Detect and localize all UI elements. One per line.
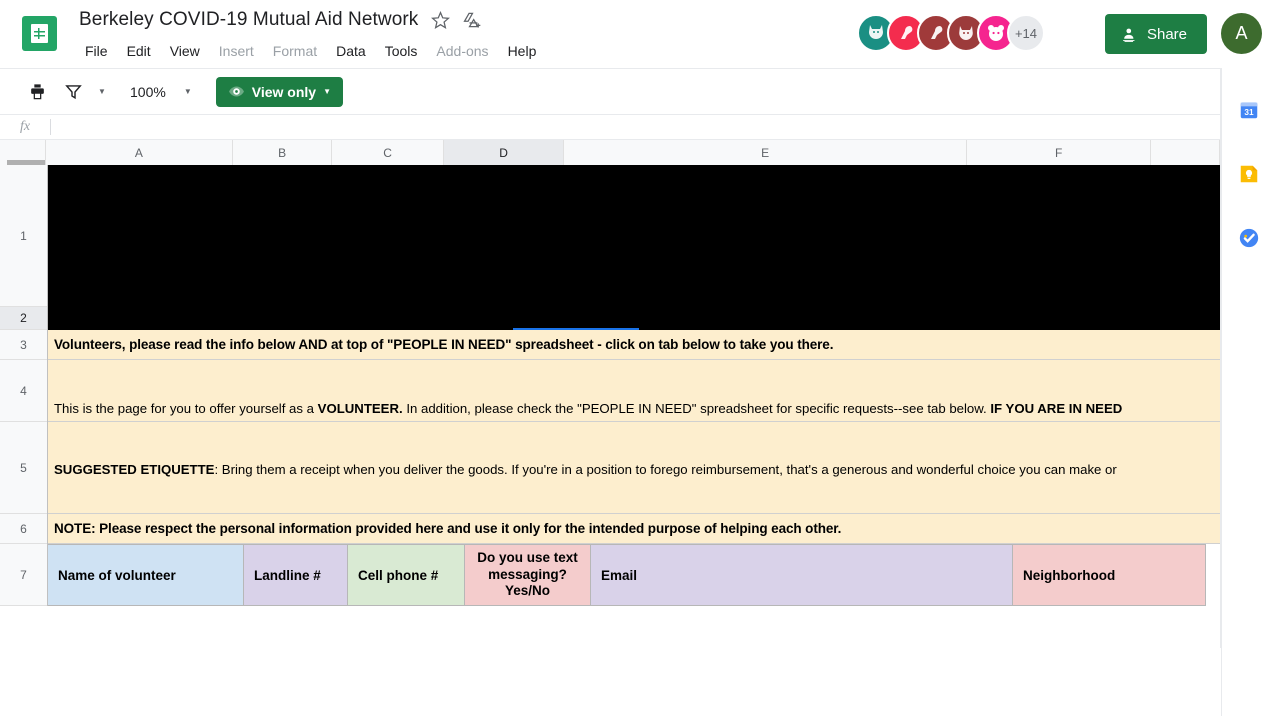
table-row: This is the page for you to offer yourse… xyxy=(48,360,1220,422)
filter-caret-down-icon[interactable]: ▼ xyxy=(94,78,110,106)
share-button-label: Share xyxy=(1147,26,1187,43)
column-header-b[interactable]: B xyxy=(233,140,332,165)
move-to-drive-icon[interactable] xyxy=(462,10,482,30)
sheets-icon[interactable] xyxy=(22,16,57,51)
a4-l1-part2: In addition, please check the "PEOPLE IN… xyxy=(403,401,991,416)
cell-a3[interactable]: Volunteers, please read the info below A… xyxy=(48,330,1220,360)
table-row: SUGGESTED ETIQUETTE: Bring them a receip… xyxy=(48,422,1220,514)
a5-l1: : Bring them a receipt when you deliver … xyxy=(214,462,1116,477)
spreadsheet-grid: A B C D E F 1 2 3 4 5 6 7 Volunteers, pl… xyxy=(0,140,1220,648)
table-header-row: Name of volunteer Landline # Cell phone … xyxy=(48,544,1220,606)
row-header-7[interactable]: 7 xyxy=(0,544,47,606)
a4-l1-bold2: IF YOU ARE IN NEED xyxy=(990,401,1122,416)
zoom-caret-down-icon: ▼ xyxy=(170,87,192,96)
column-header-f[interactable]: F xyxy=(967,140,1151,165)
title-row: Berkeley COVID-19 Mutual Aid Network xyxy=(79,9,482,31)
header-label: Email xyxy=(601,568,637,583)
google-keep-icon[interactable] xyxy=(1233,158,1265,190)
svg-text:31: 31 xyxy=(1244,108,1254,117)
formula-bar: fx xyxy=(0,114,1220,140)
collaborator-overflow-count[interactable]: +14 xyxy=(1007,14,1045,52)
row-header-5[interactable]: 5 xyxy=(0,422,47,514)
row-header-6[interactable]: 6 xyxy=(0,514,47,544)
column-header-email[interactable]: Email xyxy=(591,544,1013,606)
header-label: Neighborhood xyxy=(1023,568,1115,583)
a5-heading: SUGGESTED ETIQUETTE xyxy=(54,462,214,477)
view-only-label: View only xyxy=(252,84,316,100)
view-only-button[interactable]: View only ▼ xyxy=(216,77,343,107)
share-button[interactable]: Share xyxy=(1105,14,1207,54)
row-header-1[interactable]: 1 xyxy=(0,165,47,307)
person-add-icon xyxy=(1121,26,1138,43)
menu-item-format[interactable]: Format xyxy=(267,41,323,61)
toolbar: ▼ 100% ▼ View only ▼ xyxy=(0,68,1220,114)
header-label: Landline # xyxy=(254,568,321,583)
zoom-selector[interactable]: 100% ▼ xyxy=(122,81,196,103)
header-label: Name of volunteer xyxy=(58,568,176,583)
cell-a5-line1: SUGGESTED ETIQUETTE: Bring them a receip… xyxy=(54,461,1220,479)
column-header-e[interactable]: E xyxy=(564,140,967,165)
column-header-g[interactable] xyxy=(1151,140,1220,165)
column-header-neighborhood[interactable]: Neighborhood xyxy=(1013,544,1206,606)
collaborator-list: +14 xyxy=(857,14,1045,52)
column-header-c[interactable]: C xyxy=(332,140,444,165)
selected-cell-d2[interactable] xyxy=(513,165,639,330)
cell-a3-text: Volunteers, please read the info below A… xyxy=(48,330,1220,357)
row-header-2[interactable]: 2 xyxy=(0,307,47,330)
column-header-d[interactable]: D xyxy=(444,140,564,165)
row-header-column: 1 2 3 4 5 6 7 xyxy=(0,165,48,606)
column-header-text-messaging[interactable]: Do you use text messaging? Yes/No xyxy=(465,544,591,606)
header-label: Do you use text messaging? Yes/No xyxy=(475,550,580,601)
a4-l1-bold1: VOLUNTEER. xyxy=(318,401,403,416)
cell-a4-text: This is the page for you to offer yourse… xyxy=(48,360,1220,422)
google-tasks-icon[interactable] xyxy=(1233,222,1265,254)
avatar[interactable]: A xyxy=(1221,13,1262,54)
view-only-caret-down-icon: ▼ xyxy=(323,87,331,96)
banner-row[interactable] xyxy=(48,165,1220,330)
menu-item-insert[interactable]: Insert xyxy=(213,41,260,61)
side-panel-divider xyxy=(1221,68,1222,716)
page-title[interactable]: Berkeley COVID-19 Mutual Aid Network xyxy=(79,9,418,31)
cell-a6-text: NOTE: Please respect the personal inform… xyxy=(48,514,1220,541)
menu-item-help[interactable]: Help xyxy=(502,41,543,61)
menu-item-edit[interactable]: Edit xyxy=(121,41,157,61)
cell-a4-line1: This is the page for you to offer yourse… xyxy=(54,400,1220,418)
column-header-name-of-volunteer[interactable]: Name of volunteer xyxy=(48,544,244,606)
menu-item-tools[interactable]: Tools xyxy=(379,41,424,61)
a4-l1-part1: This is the page for you to offer yourse… xyxy=(54,401,318,416)
side-panel: 31 xyxy=(1220,68,1277,648)
cell-a6[interactable]: NOTE: Please respect the personal inform… xyxy=(48,514,1220,544)
sheets-glyph xyxy=(31,24,48,43)
cell-a5[interactable]: SUGGESTED ETIQUETTE: Bring them a receip… xyxy=(48,422,1220,514)
column-header-row: A B C D E F xyxy=(0,140,1220,165)
menu-item-data[interactable]: Data xyxy=(330,41,372,61)
eye-icon xyxy=(228,83,245,100)
menu-item-addons[interactable]: Add-ons xyxy=(430,41,494,61)
google-calendar-icon[interactable]: 31 xyxy=(1233,94,1265,126)
cell-a5-text: SUGGESTED ETIQUETTE: Bring them a receip… xyxy=(48,422,1220,514)
menu-item-view[interactable]: View xyxy=(164,41,206,61)
fx-label: fx xyxy=(0,119,50,135)
column-header-a[interactable]: A xyxy=(46,140,233,165)
app-header: Berkeley COVID-19 Mutual Aid Network Fil… xyxy=(0,0,1277,68)
header-label: Cell phone # xyxy=(358,568,438,583)
formula-input[interactable] xyxy=(51,117,1220,137)
menu-bar: File Edit View Insert Format Data Tools … xyxy=(79,41,542,61)
table-row: Volunteers, please read the info below A… xyxy=(48,330,1220,360)
zoom-value: 100% xyxy=(130,84,166,100)
cell-area: Volunteers, please read the info below A… xyxy=(48,165,1220,648)
table-row: NOTE: Please respect the personal inform… xyxy=(48,514,1220,544)
menu-item-file[interactable]: File xyxy=(79,41,114,61)
select-all-corner[interactable] xyxy=(0,140,46,165)
print-icon[interactable] xyxy=(22,77,52,107)
column-header-cell-phone[interactable]: Cell phone # xyxy=(348,544,465,606)
star-outline-icon[interactable] xyxy=(430,10,450,30)
row-header-3[interactable]: 3 xyxy=(0,330,47,360)
filter-icon[interactable] xyxy=(58,77,88,107)
column-header-landline[interactable]: Landline # xyxy=(244,544,348,606)
row-header-4[interactable]: 4 xyxy=(0,360,47,422)
cell-a4[interactable]: This is the page for you to offer yourse… xyxy=(48,360,1220,422)
